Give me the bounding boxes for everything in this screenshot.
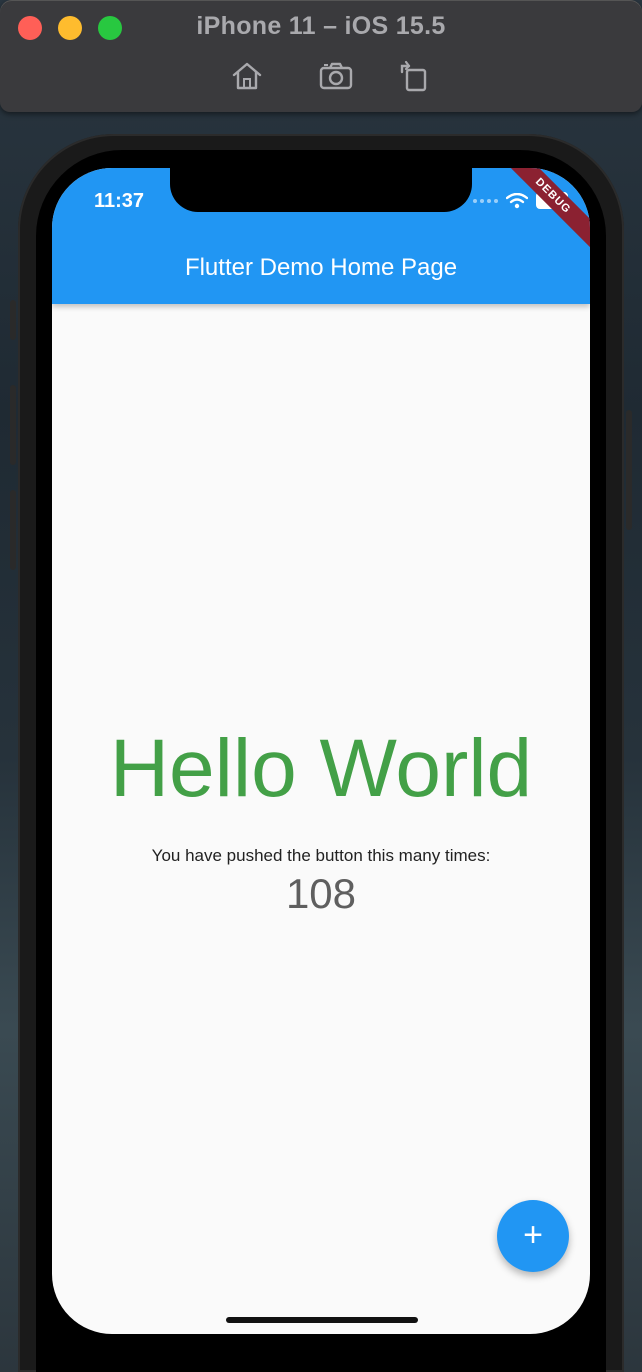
mute-switch (10, 300, 16, 340)
simulator-title-bar: iPhone 11 – iOS 15.5 (0, 0, 642, 112)
page-title: Flutter Demo Home Page (184, 254, 458, 281)
hello-headline: Hello World (109, 723, 533, 814)
counter-value: 108 (285, 870, 357, 917)
phone-screen: 11:37 Flutter Demo Home Page DEBUG Hello… (52, 168, 590, 1334)
power-button (626, 410, 632, 530)
volume-up-button (10, 385, 16, 465)
notch (170, 168, 472, 212)
rotate-icon[interactable] (396, 58, 432, 94)
volume-down-button (10, 490, 16, 570)
status-time: 11:37 (94, 190, 145, 212)
increment-button[interactable]: + (497, 1200, 569, 1272)
camera-icon[interactable] (318, 58, 354, 94)
main-content: Hello World You have pushed the button t… (52, 304, 590, 1334)
wifi-icon (506, 192, 528, 208)
home-icon[interactable] (229, 58, 265, 94)
plus-icon: + (523, 1216, 543, 1254)
signal-icon (473, 198, 498, 203)
counter-label: You have pushed the button this many tim… (151, 846, 491, 865)
simulator-title: iPhone 11 – iOS 15.5 (196, 12, 446, 40)
home-indicator[interactable] (226, 1317, 418, 1323)
